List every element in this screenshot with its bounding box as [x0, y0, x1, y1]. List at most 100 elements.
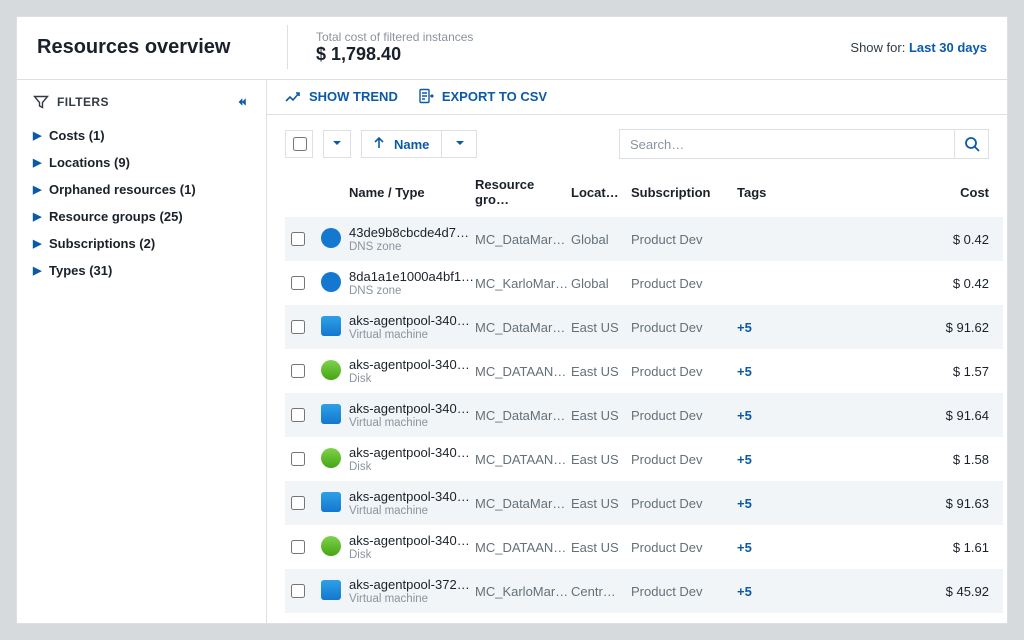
- expand-icon: ▶: [33, 210, 43, 223]
- select-all-checkbox[interactable]: [285, 130, 313, 158]
- resource-type-icon: [321, 404, 341, 424]
- row-checkbox[interactable]: [291, 320, 305, 334]
- resource-cost: $ 91.62: [807, 320, 989, 335]
- sort-direction-icon: [372, 136, 386, 153]
- table-row[interactable]: 8da1a1e1000a4bf1…DNS zoneMC_KarloMar…Glo…: [285, 261, 1003, 305]
- resource-subscription: Product Dev: [631, 496, 737, 511]
- filter-item[interactable]: ▶ Subscriptions (2): [31, 230, 252, 257]
- resource-group: MC_DataMar…: [475, 408, 571, 423]
- resource-name: 43de9b8cbcde4d7a…: [349, 225, 475, 240]
- export-csv-button[interactable]: EXPORT TO CSV: [418, 88, 547, 104]
- total-cost-block: Total cost of filtered instances $ 1,798…: [316, 30, 473, 65]
- search-input[interactable]: [620, 130, 954, 158]
- resource-type-icon: [321, 228, 341, 248]
- table-row[interactable]: aks-agentpool-3404…Virtual machineMC_Dat…: [285, 393, 1003, 437]
- table-row[interactable]: 43de9b8cbcde4d7a…DNS zoneMC_DataMar…Glob…: [285, 217, 1003, 261]
- expand-icon: ▶: [33, 264, 43, 277]
- table-header: Name / Type Resource gro… Locat… Subscri…: [285, 169, 1003, 217]
- expand-icon: ▶: [33, 183, 43, 196]
- collapse-sidebar-icon[interactable]: [234, 94, 250, 110]
- resource-location: Centr…: [571, 584, 631, 599]
- resource-location: East US: [571, 320, 631, 335]
- row-checkbox[interactable]: [291, 232, 305, 246]
- resource-tags[interactable]: +5: [737, 364, 807, 379]
- resource-tags[interactable]: +5: [737, 496, 807, 511]
- total-cost-label: Total cost of filtered instances: [316, 30, 473, 44]
- col-name[interactable]: Name / Type: [349, 185, 475, 200]
- header: Resources overview Total cost of filtere…: [17, 17, 1007, 80]
- resource-cost: $ 1.57: [807, 364, 989, 379]
- toolbar-controls: Name: [267, 115, 1007, 169]
- resource-type-icon: [321, 536, 341, 556]
- expand-icon: ▶: [33, 237, 43, 250]
- table-row[interactable]: aks-agentpool-3404…Virtual machineMC_Dat…: [285, 305, 1003, 349]
- resource-location: East US: [571, 496, 631, 511]
- filter-item-label: Orphaned resources (1): [49, 182, 196, 197]
- table-row[interactable]: aks-agentpool-3404…Virtual machineMC_Dat…: [285, 481, 1003, 525]
- resource-tags[interactable]: +5: [737, 452, 807, 467]
- show-for: Show for: Last 30 days: [850, 40, 987, 55]
- resource-name: 8da1a1e1000a4bf1…: [349, 269, 475, 284]
- resource-subscription: Product Dev: [631, 232, 737, 247]
- page-title: Resources overview: [37, 36, 267, 59]
- resource-name: aks-agentpool-3404…: [349, 533, 475, 548]
- sort-control[interactable]: Name: [361, 130, 477, 158]
- filter-item[interactable]: ▶ Orphaned resources (1): [31, 176, 252, 203]
- filter-item[interactable]: ▶Locations (9): [31, 149, 252, 176]
- show-for-period[interactable]: Last 30 days: [909, 40, 987, 55]
- resource-name: aks-agentpool-3404…: [349, 489, 475, 504]
- search-button[interactable]: [954, 130, 988, 158]
- filter-item[interactable]: ▶Types (31): [31, 257, 252, 284]
- filter-item-label: Subscriptions (2): [49, 236, 155, 251]
- table-row[interactable]: aks-agentpool-3720…Virtual machineMC_Kar…: [285, 569, 1003, 613]
- row-checkbox[interactable]: [291, 276, 305, 290]
- resource-subscription: Product Dev: [631, 408, 737, 423]
- row-checkbox[interactable]: [291, 584, 305, 598]
- show-trend-button[interactable]: SHOW TREND: [285, 88, 398, 104]
- expand-icon: ▶: [33, 129, 43, 142]
- table-row[interactable]: aks-agentpool-3404…DiskMC_DATAANA…East U…: [285, 525, 1003, 569]
- select-mode-dropdown[interactable]: [323, 130, 351, 158]
- resource-name: aks-agentpool-3404…: [349, 357, 475, 372]
- col-tags[interactable]: Tags: [737, 185, 807, 200]
- resource-tags[interactable]: +5: [737, 540, 807, 555]
- resource-cost: $ 91.63: [807, 496, 989, 511]
- table-row[interactable]: aks-agentpool-3404…DiskMC_DATAANA…East U…: [285, 437, 1003, 481]
- expand-icon: ▶: [33, 156, 43, 169]
- resource-name: aks-agentpool-3404…: [349, 313, 475, 328]
- col-cost[interactable]: Cost: [807, 185, 989, 200]
- export-icon: [418, 88, 434, 104]
- resource-name: aks-agentpool-3404…: [349, 445, 475, 460]
- resource-tags[interactable]: +5: [737, 408, 807, 423]
- filters-heading: FILTERS: [57, 95, 109, 109]
- row-checkbox[interactable]: [291, 408, 305, 422]
- sidebar: FILTERS ▶Costs (1)▶Locations (9)▶Orphane…: [17, 80, 267, 623]
- resource-type-icon: [321, 580, 341, 600]
- resource-type: Disk: [349, 461, 475, 473]
- search-icon: [964, 136, 980, 152]
- resource-type-icon: [321, 492, 341, 512]
- resource-location: East US: [571, 364, 631, 379]
- filter-item[interactable]: ▶Resource groups (25): [31, 203, 252, 230]
- filter-item[interactable]: ▶Costs (1): [31, 122, 252, 149]
- resource-tags[interactable]: +5: [737, 320, 807, 335]
- resource-group: MC_KarloMar…: [475, 584, 571, 599]
- resource-tags[interactable]: +5: [737, 584, 807, 599]
- resource-name: aks-agentpool-3720…: [349, 577, 475, 592]
- col-rg[interactable]: Resource gro…: [475, 177, 571, 207]
- resource-cost: $ 0.42: [807, 276, 989, 291]
- row-checkbox[interactable]: [291, 364, 305, 378]
- show-for-label: Show for:: [850, 40, 905, 55]
- table-row[interactable]: aks-agentpool-3404…DiskMC_DATAANA…East U…: [285, 349, 1003, 393]
- resource-location: East US: [571, 408, 631, 423]
- row-checkbox[interactable]: [291, 452, 305, 466]
- resource-location: East US: [571, 540, 631, 555]
- row-checkbox[interactable]: [291, 540, 305, 554]
- resource-location: Global: [571, 276, 631, 291]
- resource-type: Virtual machine: [349, 417, 475, 429]
- col-sub[interactable]: Subscription: [631, 185, 737, 200]
- col-loc[interactable]: Locat…: [571, 185, 631, 200]
- resource-type: DNS zone: [349, 241, 475, 253]
- resources-table[interactable]: Name / Type Resource gro… Locat… Subscri…: [267, 169, 1007, 623]
- row-checkbox[interactable]: [291, 496, 305, 510]
